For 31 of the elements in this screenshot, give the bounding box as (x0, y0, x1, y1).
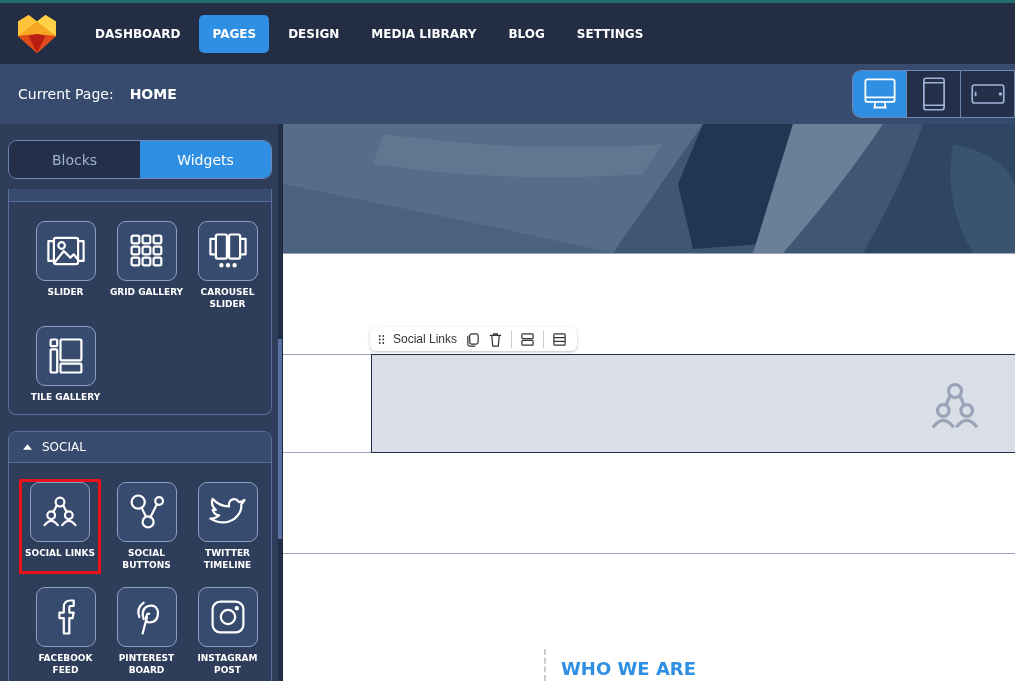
trash-icon[interactable] (488, 331, 504, 347)
widget-item[interactable]: FACEBOOK FEED (25, 584, 106, 679)
drag-handle-icon[interactable] (378, 333, 385, 345)
device-button[interactable] (907, 71, 961, 117)
block-name: Social Links (393, 332, 458, 346)
widget-item[interactable]: INSTAGRAM POST (187, 584, 268, 679)
widget-item[interactable]: CAROUSEL SLIDER (187, 218, 268, 313)
widget-item[interactable]: SOCIAL LINKS (19, 479, 101, 574)
widget-item[interactable]: PINTEREST BOARD (106, 584, 187, 679)
caret-icon (23, 444, 32, 450)
widget-item[interactable]: SLIDER (25, 218, 106, 313)
device-button[interactable] (961, 71, 1015, 117)
sidebar-tab[interactable]: Blocks (9, 141, 140, 178)
section-heading: WHO WE ARE (561, 658, 696, 679)
rows-icon[interactable] (520, 331, 536, 347)
scrollbar-thumb[interactable] (278, 339, 282, 539)
nav-tab[interactable]: MEDIA LIBRARY (358, 14, 490, 53)
section-icon[interactable] (552, 331, 568, 347)
nav-tab[interactable]: DESIGN (275, 14, 353, 53)
copy-icon[interactable] (465, 331, 481, 347)
widget-item[interactable]: SOCIAL BUTTONS (106, 479, 187, 574)
current-page-name: HOME (129, 86, 177, 102)
widget-item[interactable]: GRID GALLERY (106, 218, 187, 313)
nav-tab[interactable]: BLOG (495, 14, 558, 53)
device-button[interactable] (853, 71, 907, 117)
logo-icon (16, 12, 58, 55)
current-page-label: Current Page: (18, 86, 114, 102)
nav-tab[interactable]: SETTINGS (563, 14, 657, 53)
widget-item[interactable]: TWITTER TIMELINE (187, 479, 268, 574)
nav-tab[interactable]: DASHBOARD (82, 14, 194, 53)
section-header[interactable]: SOCIAL (9, 432, 271, 463)
